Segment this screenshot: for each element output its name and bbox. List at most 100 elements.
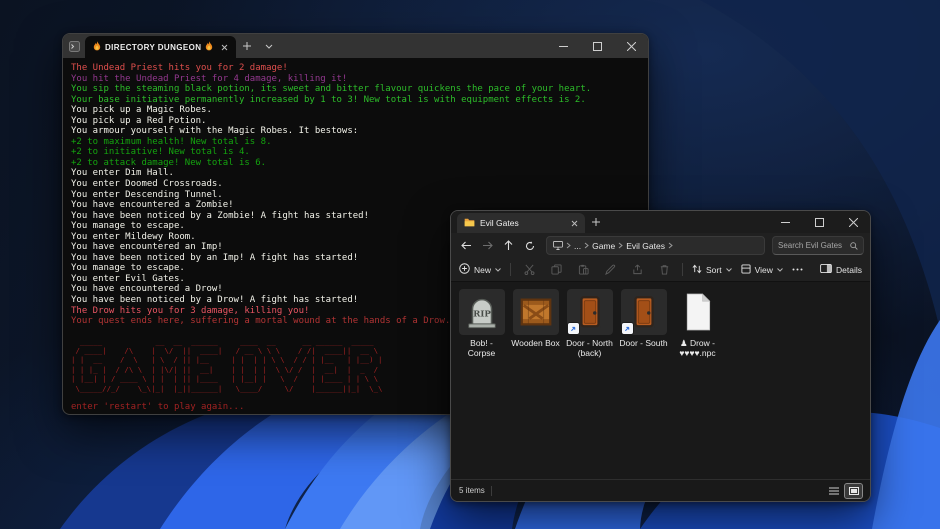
terminal-line: You enter Descending Tunnel. [71,190,640,201]
terminal-maximize-button[interactable] [580,34,614,58]
new-button[interactable]: New [459,263,501,276]
item-count: 5 items [459,486,485,495]
sort-button[interactable]: Sort [692,264,732,276]
sort-button-label: Sort [706,265,722,275]
file-item[interactable]: RIP Bob! - Corpse [456,289,507,358]
toolbar-divider [510,263,511,276]
file-label: Door - South [619,338,667,348]
explorer-tab-close-icon[interactable] [571,214,578,232]
shortcut-arrow-icon [568,323,579,334]
rename-icon[interactable] [601,264,619,275]
terminal-close-button[interactable] [614,34,648,58]
this-pc-icon [553,237,563,255]
sort-icon [692,264,702,276]
new-plus-icon [459,263,470,276]
share-icon[interactable] [628,264,646,275]
explorer-status-bar: 5 items [451,479,870,501]
back-icon[interactable] [457,236,476,255]
terminal-line: +2 to initiative! New total is 4. [71,147,640,158]
terminal-tab-dropdown-button[interactable] [258,34,280,58]
cut-icon[interactable] [520,264,538,275]
status-divider [491,486,492,496]
crate-icon [513,289,559,335]
breadcrumb-items: ... Game Evil Gates [574,241,673,251]
paste-icon[interactable] [574,264,592,275]
shortcut-arrow-icon [622,323,633,334]
forward-icon[interactable] [478,236,497,255]
list-view-toggle[interactable] [825,484,842,498]
terminal-line: You sip the steaming black potion, its s… [71,84,640,95]
thumbnail-view-toggle[interactable] [845,484,862,498]
chevron-down-icon [726,268,732,272]
breadcrumb-item[interactable]: Game [592,241,615,251]
view-button-label: View [755,265,773,275]
search-icon [850,237,858,255]
terminal-line: You pick up a Magic Robes. [71,105,640,116]
chevron-down-icon [777,268,783,272]
ellipsis-icon [792,268,803,271]
breadcrumb-item[interactable]: Evil Gates [626,241,665,251]
terminal-tab[interactable]: DIRECTORY DUNGEON [85,36,236,58]
view-button[interactable]: View [741,264,783,276]
terminal-line: You enter Doomed Crossroads. [71,179,640,190]
explorer-maximize-button[interactable] [802,211,836,233]
terminal-line: Your base initiative permanently increas… [71,95,640,106]
file-label: Bob! - Corpse [456,338,507,358]
breadcrumb-item[interactable]: ... [574,241,581,251]
explorer-window: Evil Gates ... Game Evil Gates Search Evil… [450,210,871,502]
search-input[interactable]: Search Evil Gates [772,236,864,255]
terminal-line: +2 to attack damage! New total is 6. [71,158,640,169]
file-item[interactable]: Wooden Box [510,289,561,348]
more-options-button[interactable] [792,268,803,271]
breadcrumb[interactable]: ... Game Evil Gates [546,236,765,255]
new-button-label: New [474,265,491,275]
explorer-close-button[interactable] [836,211,870,233]
details-button-label: Details [836,265,862,275]
delete-icon[interactable] [655,264,673,275]
terminal-tab-bar: DIRECTORY DUNGEON [63,34,648,58]
chevron-right-icon [668,242,673,249]
svg-text:RIP: RIP [473,309,491,319]
terminal-line: You pick up a Red Potion. [71,116,640,127]
flame-icon [93,38,101,56]
copy-icon[interactable] [547,264,565,275]
view-icon [741,264,751,276]
terminal-line: You armour yourself with the Magic Robes… [71,126,640,137]
flame-icon [205,38,213,56]
chevron-right-icon [618,242,623,249]
file-grid[interactable]: RIP Bob! - Corpse Wooden Box Door - North (… [451,282,870,479]
chevron-right-icon [584,242,589,249]
terminal-line: +2 to maximum health! New total is 8. [71,137,640,148]
terminal-line: You hit the Undead Priest for 4 damage, … [71,74,640,85]
explorer-minimize-button[interactable] [768,211,802,233]
terminal-minimize-button[interactable] [546,34,580,58]
explorer-nav-bar: ... Game Evil Gates Search Evil Gates [451,233,870,258]
terminal-tab-title: DIRECTORY DUNGEON [105,43,201,52]
door-icon [567,289,613,335]
file-item[interactable]: ♟ Drow - ♥♥♥♥.npc [672,289,723,358]
explorer-new-tab-button[interactable] [585,211,607,233]
door-icon [621,289,667,335]
tombstone-icon: RIP [459,289,505,335]
chevron-right-icon [566,242,571,249]
folder-icon [464,214,475,232]
terminal-line: The Undead Priest hits you for 2 damage! [71,63,640,74]
terminal-tab-close-icon[interactable] [221,44,228,51]
npc-file-icon [675,289,721,335]
up-icon[interactable] [499,236,518,255]
terminal-new-tab-button[interactable] [236,34,258,58]
file-item[interactable]: Door - South [618,289,669,348]
file-item[interactable]: Door - North (back) [564,289,615,358]
explorer-toolbar: New Sort View Details [451,258,870,282]
details-button[interactable]: Details [820,264,862,275]
file-label: ♟ Drow - ♥♥♥♥.npc [672,338,723,358]
toolbar-divider [682,263,683,276]
refresh-icon[interactable] [520,236,539,255]
details-pane-icon [820,264,832,275]
explorer-tab[interactable]: Evil Gates [457,213,585,233]
file-label: Wooden Box [511,338,560,348]
explorer-tab-bar: Evil Gates [451,211,870,233]
explorer-tab-title: Evil Gates [480,218,566,228]
terminal-app-icon [63,34,85,58]
file-label: Door - North (back) [564,338,615,358]
